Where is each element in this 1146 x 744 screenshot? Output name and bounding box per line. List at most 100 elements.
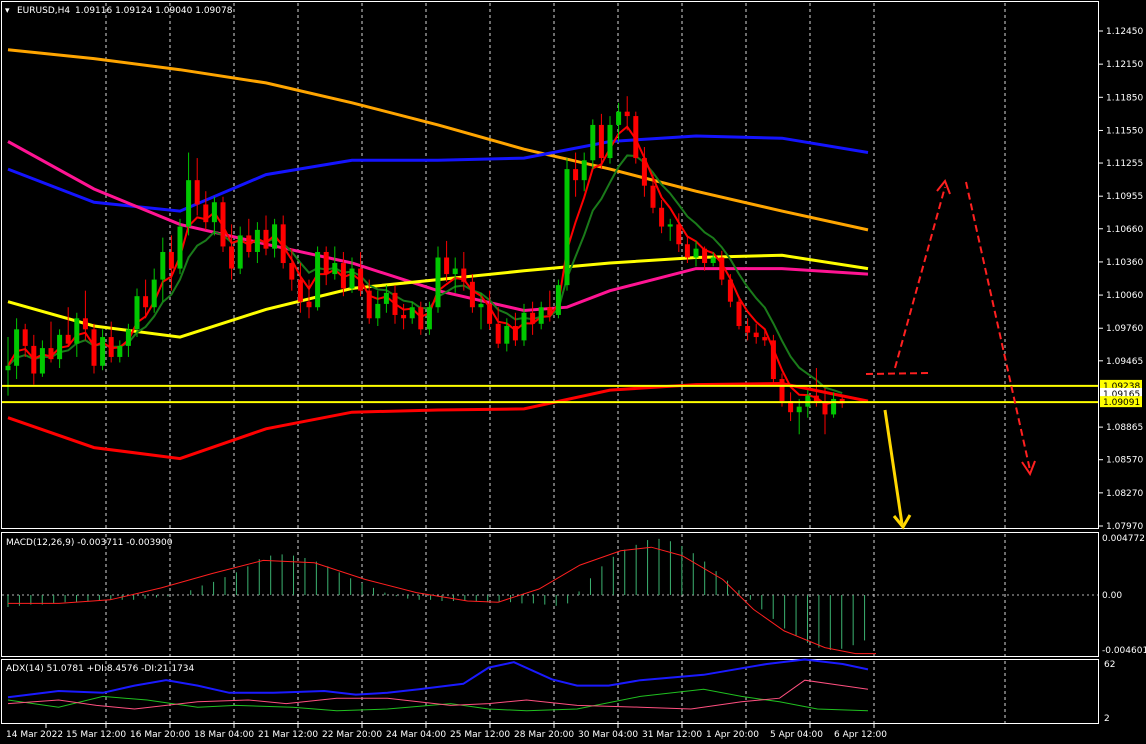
candle-body: [332, 263, 338, 275]
candle-body: [229, 246, 235, 269]
candle-body: [383, 292, 389, 304]
candle-body: [289, 263, 295, 280]
time-tick-label: 1 Apr 20:00: [706, 730, 759, 740]
candle-body: [616, 111, 622, 125]
candle-body: [719, 257, 725, 280]
candle-body: [100, 337, 106, 366]
candle-body: [487, 303, 493, 324]
candle-body: [521, 312, 527, 341]
candle-body: [813, 395, 819, 402]
candle-body: [117, 345, 123, 357]
candle-body: [246, 235, 252, 252]
candle-body: [280, 224, 286, 264]
candle-body: [676, 224, 682, 245]
price-tick-label: 1.10955: [1106, 192, 1143, 202]
candle-body: [392, 292, 398, 315]
price-level-tag-text: 1.09091: [1103, 398, 1140, 408]
candle-body: [667, 224, 673, 227]
time-tick-label: 15 Mar 12:00: [66, 730, 126, 740]
candle-body: [220, 202, 226, 247]
candle-body: [659, 207, 665, 227]
candle-body: [469, 281, 475, 308]
candle-body: [65, 334, 71, 344]
candle-body: [547, 307, 553, 315]
macd-tick-label: 0.004772: [1102, 534, 1145, 544]
candle-body: [530, 312, 536, 324]
candle-body: [203, 204, 209, 223]
candle-body: [306, 301, 312, 308]
adx-label: ADX(14) 51.0781 +DI:8.4576 -DI:21.1734: [6, 664, 195, 674]
symbol-label: EURUSD,H4: [17, 6, 70, 16]
candle-body: [461, 268, 467, 282]
price-tick-label: 1.11255: [1106, 159, 1143, 169]
candle-body: [39, 348, 45, 374]
candle-body: [211, 202, 217, 223]
time-tick-label: 16 Mar 20:00: [130, 730, 190, 740]
candle-body: [366, 290, 372, 319]
candle-body: [710, 257, 716, 264]
candle-body: [607, 124, 613, 159]
candle-body: [762, 337, 768, 341]
candle-body: [745, 326, 751, 333]
candle-body: [194, 180, 200, 205]
ohlc-values: 1.09116 1.09124 1.09040 1.09078: [75, 6, 233, 16]
candle-body: [693, 248, 699, 258]
candle-body: [186, 180, 192, 227]
adx-tick-label: 2: [1104, 714, 1110, 724]
candle-body: [753, 332, 759, 338]
price-tick-label: 1.09465: [1106, 357, 1143, 367]
trading-chart[interactable]: 1.092381.091651.09091 1.124501.121501.11…: [0, 0, 1146, 744]
chart-dropdown-icon[interactable]: ▾: [5, 6, 10, 16]
candle-body: [435, 257, 441, 308]
candle-body: [91, 329, 97, 366]
candle-body: [375, 303, 381, 319]
candle-body: [74, 318, 80, 344]
candle-body: [315, 251, 321, 308]
candle-body: [564, 169, 570, 286]
candle-body: [478, 303, 484, 308]
candle-body: [796, 406, 802, 413]
candle-body: [598, 124, 604, 159]
candle-body: [702, 248, 708, 264]
candle-body: [48, 348, 54, 360]
price-tick-label: 1.12150: [1106, 60, 1143, 70]
candle-body: [736, 301, 742, 327]
time-tick-label: 22 Mar 20:00: [322, 730, 382, 740]
price-tick-label: 1.10360: [1106, 258, 1143, 268]
candle-body: [590, 124, 596, 161]
price-tick-label: 1.07970: [1106, 522, 1143, 532]
candle-body: [727, 279, 733, 302]
candle-body: [151, 279, 157, 308]
time-tick-label: 28 Mar 20:00: [514, 730, 574, 740]
candle-body: [684, 244, 690, 258]
candle-body: [538, 307, 544, 324]
candle-body: [168, 251, 174, 269]
candle-body: [633, 116, 639, 159]
candle-body: [573, 169, 579, 181]
candle-body: [555, 285, 561, 315]
price-tick-label: 1.10660: [1106, 225, 1143, 235]
candle-body: [512, 326, 518, 341]
candle-body: [143, 296, 149, 308]
time-tick-label: 6 Apr 12:00: [834, 730, 887, 740]
time-tick-label: 21 Mar 12:00: [258, 730, 318, 740]
candle-body: [426, 307, 432, 330]
candle-body: [254, 229, 260, 252]
candle-body: [770, 340, 776, 380]
candle-body: [22, 329, 28, 346]
candle-body: [504, 326, 510, 344]
candle-body: [177, 226, 183, 269]
candle-body: [349, 268, 355, 289]
candle-body: [272, 224, 278, 249]
candle-body: [409, 307, 415, 319]
candle-body: [57, 334, 63, 360]
candle-body: [624, 111, 630, 117]
candle-body: [452, 268, 458, 275]
candle-body: [237, 235, 243, 269]
macd-tick-label: -0.004601: [1102, 646, 1146, 656]
time-tick-label: 31 Mar 12:00: [642, 730, 702, 740]
price-tick-label: 1.08570: [1106, 456, 1143, 466]
candle-body: [297, 279, 303, 302]
time-tick-label: 25 Mar 12:00: [450, 730, 510, 740]
candle-body: [650, 185, 656, 208]
